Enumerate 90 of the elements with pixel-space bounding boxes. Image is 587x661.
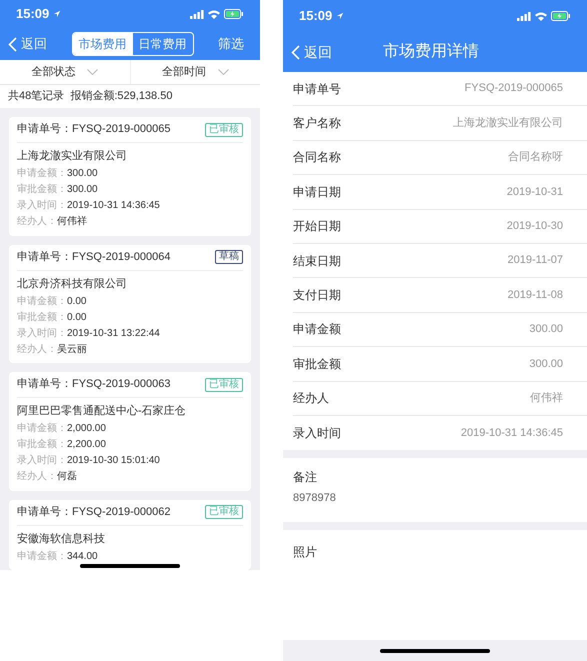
field-value: 0.00 — [67, 294, 86, 308]
request-number: 申请单号：FYSQ-2019-000064 — [17, 250, 170, 265]
detail-label: 审批金额 — [293, 356, 341, 373]
detail-label: 经办人 — [293, 390, 329, 408]
detail-label: 合同名称 — [293, 149, 341, 166]
detail-label: 申请日期 — [293, 184, 341, 201]
status-tag: 已审核 — [205, 378, 243, 392]
record-card[interactable]: 申请单号：FYSQ-2019-000062 已审核 安徽海软信息科技 申请金额：344.00 — [9, 500, 251, 570]
detail-value: 2019-11-07 — [508, 253, 563, 268]
segment-tab[interactable]: 市场费用 — [72, 33, 132, 55]
chevron-left-icon — [291, 44, 300, 60]
field-label: 申请金额： — [17, 294, 67, 308]
company-name: 阿里巴巴零售通配送中心-石家庄仓 — [17, 404, 187, 419]
record-card[interactable]: 申请单号：FYSQ-2019-000064 草稿 北京舟济科技有限公司 申请金额：0.00 审批金额：0.00 录入时间：2019-10-31 13:22:44 经办人：吴云丽 — [9, 244, 251, 363]
battery-charging-icon — [224, 9, 244, 19]
page-title: 市场费用详情 — [383, 42, 479, 62]
detail-value: 何伟祥 — [530, 390, 563, 406]
field-label: 审批金额： — [17, 310, 67, 324]
remark-label: 备注 — [293, 469, 318, 486]
summary-text: 共48笔记录 报销金额:529,138.50 — [8, 88, 172, 104]
back-button[interactable]: 返回 — [8, 34, 47, 54]
filter-dropdown[interactable]: 全部状态 — [0, 60, 130, 84]
field-value: 2019-10-31 14:36:45 — [67, 199, 160, 213]
chevron-left-icon — [8, 36, 17, 52]
detail-label: 开始日期 — [293, 218, 341, 236]
record-card[interactable]: 申请单号：FYSQ-2019-000065 已审核 上海龙澈实业有限公司 申请金额：300.00 审批金额：300.00 录入时间：2019-10-31 14:36:45 经办人：何伟祥 — [9, 117, 251, 236]
field-value: 2019-10-31 13:22:44 — [67, 326, 160, 340]
status-tag: 已审核 — [205, 122, 243, 136]
status-time: 15:09 — [299, 7, 332, 26]
field-label: 录入时间： — [17, 454, 67, 468]
field-label: 录入时间： — [17, 198, 67, 213]
company-name: 上海龙澈实业有限公司 — [17, 148, 128, 164]
field-label: 审批金额： — [17, 438, 67, 452]
detail-label: 申请金额 — [293, 321, 341, 338]
request-number: 申请单号：FYSQ-2019-000063 — [17, 377, 170, 392]
detail-value: 合同名称呀 — [508, 150, 563, 166]
field-value: 何伟祥 — [57, 214, 87, 229]
request-number: 申请单号：FYSQ-2019-000062 — [17, 504, 170, 520]
company-name: 安徽海软信息科技 — [17, 532, 106, 546]
field-label: 申请金额： — [17, 166, 67, 181]
filter-dropdown[interactable]: 全部时间 — [130, 60, 260, 84]
status-tag: 草稿 — [215, 250, 243, 264]
record-card[interactable]: 申请单号：FYSQ-2019-000063 已审核 阿里巴巴零售通配送中心-石家庄仓 申请金额：2,000.00 审批金额：2,200.00 录入时间：2019-10-30 15:01:40 经办人：何磊 — [9, 372, 251, 490]
chevron-down-icon — [218, 68, 229, 75]
field-label: 经办人： — [17, 470, 57, 484]
company-name: 北京舟济科技有限公司 — [17, 276, 128, 292]
detail-value: 2019-11-08 — [508, 288, 563, 303]
status-time: 15:09 — [16, 5, 50, 24]
detail-value: 300.00 — [529, 322, 563, 338]
request-number: 申请单号：FYSQ-2019-000065 — [17, 122, 170, 138]
field-label: 申请金额： — [17, 422, 67, 436]
detail-value: 2019-10-31 14:36:45 — [460, 426, 563, 441]
field-label: 审批金额： — [17, 182, 67, 197]
battery-charging-icon — [551, 11, 571, 21]
detail-value: 300.00 — [529, 356, 563, 372]
photos-label: 照片 — [293, 545, 317, 560]
field-value: 0.00 — [67, 310, 86, 324]
field-value: 2,000.00 — [67, 422, 106, 436]
detail-value: 2019-10-30 — [506, 219, 563, 234]
field-value: 2019-10-30 15:01:40 — [67, 454, 160, 468]
field-value: 2,200.00 — [67, 438, 106, 452]
field-value: 344.00 — [67, 550, 98, 564]
field-label: 经办人： — [17, 342, 57, 356]
chevron-down-icon — [87, 68, 98, 75]
field-label: 经办人： — [17, 214, 57, 229]
wifi-icon — [208, 10, 220, 18]
filter-button[interactable]: 筛选 — [218, 34, 252, 54]
wifi-icon — [535, 12, 547, 20]
detail-value: 上海龙澈实业有限公司 — [453, 116, 563, 131]
detail-value: FYSQ-2019-000065 — [464, 81, 563, 96]
detail-label: 申请单号 — [293, 80, 341, 98]
field-value: 300.00 — [67, 167, 98, 181]
signal-icon — [190, 10, 204, 18]
detail-value: 2019-10-31 — [506, 184, 563, 200]
field-label: 录入时间： — [17, 326, 67, 340]
location-arrow-icon — [336, 12, 344, 20]
signal-icon — [517, 12, 531, 20]
detail-label: 客户名称 — [293, 115, 341, 132]
detail-label: 结束日期 — [293, 252, 341, 270]
segment-tab[interactable]: 日常费用 — [132, 33, 192, 55]
detail-label: 支付日期 — [293, 287, 341, 304]
detail-label: 录入时间 — [293, 425, 341, 442]
field-value: 300.00 — [67, 183, 98, 197]
remark-value: 8978978 — [293, 491, 337, 506]
status-tag: 已审核 — [205, 505, 243, 519]
field-value: 何磊 — [57, 470, 77, 484]
field-label: 申请金额： — [17, 550, 67, 564]
back-button[interactable]: 返回 — [291, 42, 332, 62]
field-value: 吴云丽 — [57, 342, 87, 356]
location-arrow-icon — [53, 10, 62, 18]
